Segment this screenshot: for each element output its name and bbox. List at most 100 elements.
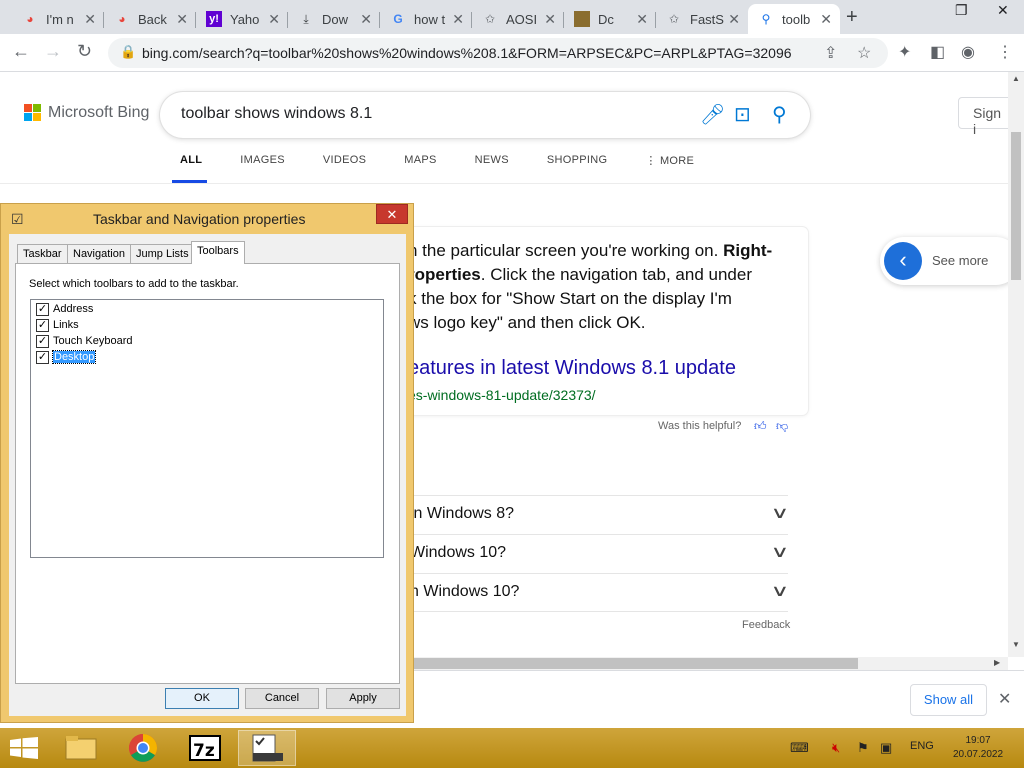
tab-navigation[interactable]: Navigation [67,244,131,263]
cancel-button[interactable]: Cancel [245,688,319,709]
chrome-taskbar-button[interactable] [114,730,172,766]
list-item[interactable]: ✓ Links [36,318,79,332]
tab-strip: ◕ I'm n ✕ ◕ Back ✕ y! Yaho ✕ ⤓ Dow ✕ G h… [0,0,1024,34]
extensions-icon[interactable]: ✦ [898,42,911,62]
browser-tab[interactable]: G how t ✕ [380,4,472,34]
microsoft-logo-icon [24,104,42,122]
7zip-taskbar-button[interactable]: 7z [176,730,234,766]
browser-tab[interactable]: ✩ FastS ✕ [656,4,748,34]
restore-window-icon[interactable]: ❐ [955,2,968,19]
checkbox-desktop[interactable]: ✓ [36,350,49,364]
network-icon[interactable]: ▣ [880,740,892,756]
browser-tab[interactable]: ◕ Back ✕ [104,4,196,34]
apply-button[interactable]: Apply [326,688,400,709]
chrome-menu-icon[interactable]: ⋮ [997,42,1013,62]
microphone-icon[interactable]: 🎤︎ [700,102,725,127]
close-tab-icon[interactable]: ✕ [268,11,280,28]
scope-images[interactable]: IMAGES [240,154,285,167]
flag-icon[interactable]: ⚑ [857,740,869,756]
close-tab-icon[interactable]: ✕ [544,11,556,28]
horizontal-scroll-thumb[interactable] [410,658,858,669]
dialog-close-button[interactable]: ✕ [376,204,408,224]
scope-more[interactable]: ⋮ MORE [645,154,694,167]
scope-maps[interactable]: MAPS [404,154,436,167]
answer-source-link[interactable]: eatures in latest Windows 8.1 update [408,357,736,380]
clock[interactable]: 19:07 20.07.2022 [950,734,1006,762]
profile-avatar-icon[interactable]: ◉ [961,42,975,62]
side-panel-icon[interactable]: ◧ [930,42,945,62]
vertical-scroll-thumb[interactable] [1011,132,1021,280]
scope-shopping[interactable]: SHOPPING [547,154,607,167]
visual-search-icon[interactable]: ⊡ [734,102,751,127]
scope-videos[interactable]: VIDEOS [323,154,366,167]
checkbox-address[interactable]: ✓ [36,302,49,316]
close-tab-icon[interactable]: ✕ [452,11,464,28]
scroll-right-icon[interactable]: ▶ [994,658,1000,667]
image-icon [574,11,590,27]
reload-icon[interactable]: ↻ [77,41,92,62]
language-indicator[interactable]: ENG [910,740,934,752]
file-explorer-taskbar-button[interactable] [52,730,110,766]
scroll-up-icon[interactable]: ▲ [1012,74,1020,83]
close-window-icon[interactable]: ✕ [997,2,1009,19]
faq-item[interactable]: n Windows 10? ∨ [400,573,790,612]
checkbox-links[interactable]: ✓ [36,318,49,332]
browser-toolbar: ← → ↻ 🔒 bing.com/search?q=toolbar%20show… [0,34,1024,72]
bookmark-star-icon[interactable]: ☆ [857,43,871,63]
search-box[interactable]: toolbar shows windows 8.1 🎤︎ ⊡ ⚲ [160,92,810,138]
share-icon[interactable]: ⇪ [824,43,837,63]
bing-logo[interactable]: Microsoft Bing [24,104,149,122]
browser-tab-active[interactable]: ⚲ toolb ✕ [748,4,840,34]
close-icon[interactable]: ✕ [998,689,1011,709]
back-icon[interactable]: ← [12,41,30,62]
tab-jump-lists[interactable]: Jump Lists [130,244,195,263]
scope-news[interactable]: NEWS [475,154,509,167]
windows-start-icon[interactable] [10,737,38,759]
close-tab-icon[interactable]: ✕ [176,11,188,28]
taskbar-properties-taskbar-button[interactable] [238,730,296,766]
scroll-down-icon[interactable]: ▼ [1012,640,1020,649]
google-icon: G [393,12,403,26]
browser-tab[interactable]: ◕ I'm n ✕ [12,4,104,34]
list-item[interactable]: ✓ Touch Keyboard [36,334,133,348]
search-icon[interactable]: ⚲ [772,102,787,127]
scope-all[interactable]: ALL [180,154,202,167]
taskbar-properties-dialog: ☑ Taskbar and Navigation properties ✕ Ta… [0,203,414,723]
tab-taskbar[interactable]: Taskbar [17,244,68,263]
new-tab-button[interactable]: + [846,6,858,29]
volume-muted-icon[interactable]: 🔇︎ [832,740,840,756]
thumbs-down-icon[interactable]: 👎︎ [776,419,788,434]
browser-tab[interactable]: Dc ✕ [564,4,656,34]
checkbox-touch-keyboard[interactable]: ✓ [36,334,49,348]
chrome-icon: ◕ [118,12,126,26]
search-input[interactable]: toolbar shows windows 8.1 [181,105,372,123]
address-bar[interactable]: 🔒 bing.com/search?q=toolbar%20shows%20wi… [108,38,888,68]
close-tab-icon[interactable]: ✕ [728,11,740,28]
close-tab-icon[interactable]: ✕ [636,11,648,28]
checklist-icon: ☑ [11,211,24,227]
see-more-button[interactable]: ‹ See more [880,237,1008,285]
thumbs-up-icon[interactable]: 👍︎ [754,419,767,434]
forward-icon[interactable]: → [44,41,62,62]
vertical-scrollbar[interactable]: ▲ ▼ [1008,72,1024,657]
close-tab-icon[interactable]: ✕ [84,11,96,28]
list-item[interactable]: ✓ Address [36,302,93,316]
ok-button[interactable]: OK [165,688,239,709]
horizontal-scrollbar[interactable]: ▶ [400,657,1008,670]
tab-toolbars[interactable]: Toolbars [191,241,245,264]
browser-tab[interactable]: y! Yaho ✕ [196,4,288,34]
sign-in-button[interactable]: Sign i [958,97,1008,137]
answer-source-url[interactable]: es-windows-81-update/32373/ [408,387,596,403]
close-tab-icon[interactable]: ✕ [360,11,372,28]
touch-keyboard-icon[interactable]: ⌨ [790,740,809,756]
browser-tab[interactable]: ⤓ Dow ✕ [288,4,380,34]
feedback-link[interactable]: Feedback [742,619,790,631]
lock-icon[interactable]: 🔒 [120,44,136,60]
close-tab-icon[interactable]: ✕ [820,11,832,28]
faq-item[interactable]: in Windows 8? ∨ [400,495,790,534]
list-item[interactable]: ✓ Desktop [36,350,97,364]
show-all-button[interactable]: Show all [910,684,987,716]
faq-item[interactable]: Windows 10? ∨ [400,534,790,573]
star-icon: ✩ [484,12,496,26]
browser-tab[interactable]: ✩ AOSI ✕ [472,4,564,34]
